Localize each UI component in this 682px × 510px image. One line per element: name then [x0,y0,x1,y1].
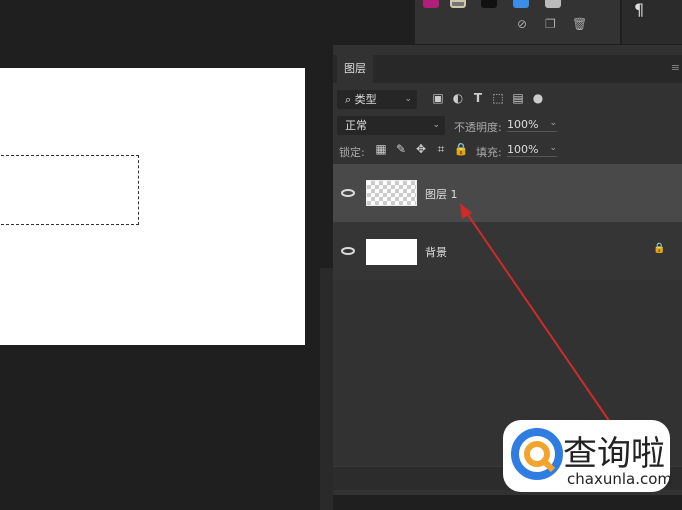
watermark-url: chaxunla.com [567,470,672,488]
arrow-line [465,211,613,426]
watermark: 查询啦 chaxunla.com [503,420,672,492]
watermark-brand: 查询啦 [563,434,665,474]
watermark-logo-icon [511,428,563,480]
